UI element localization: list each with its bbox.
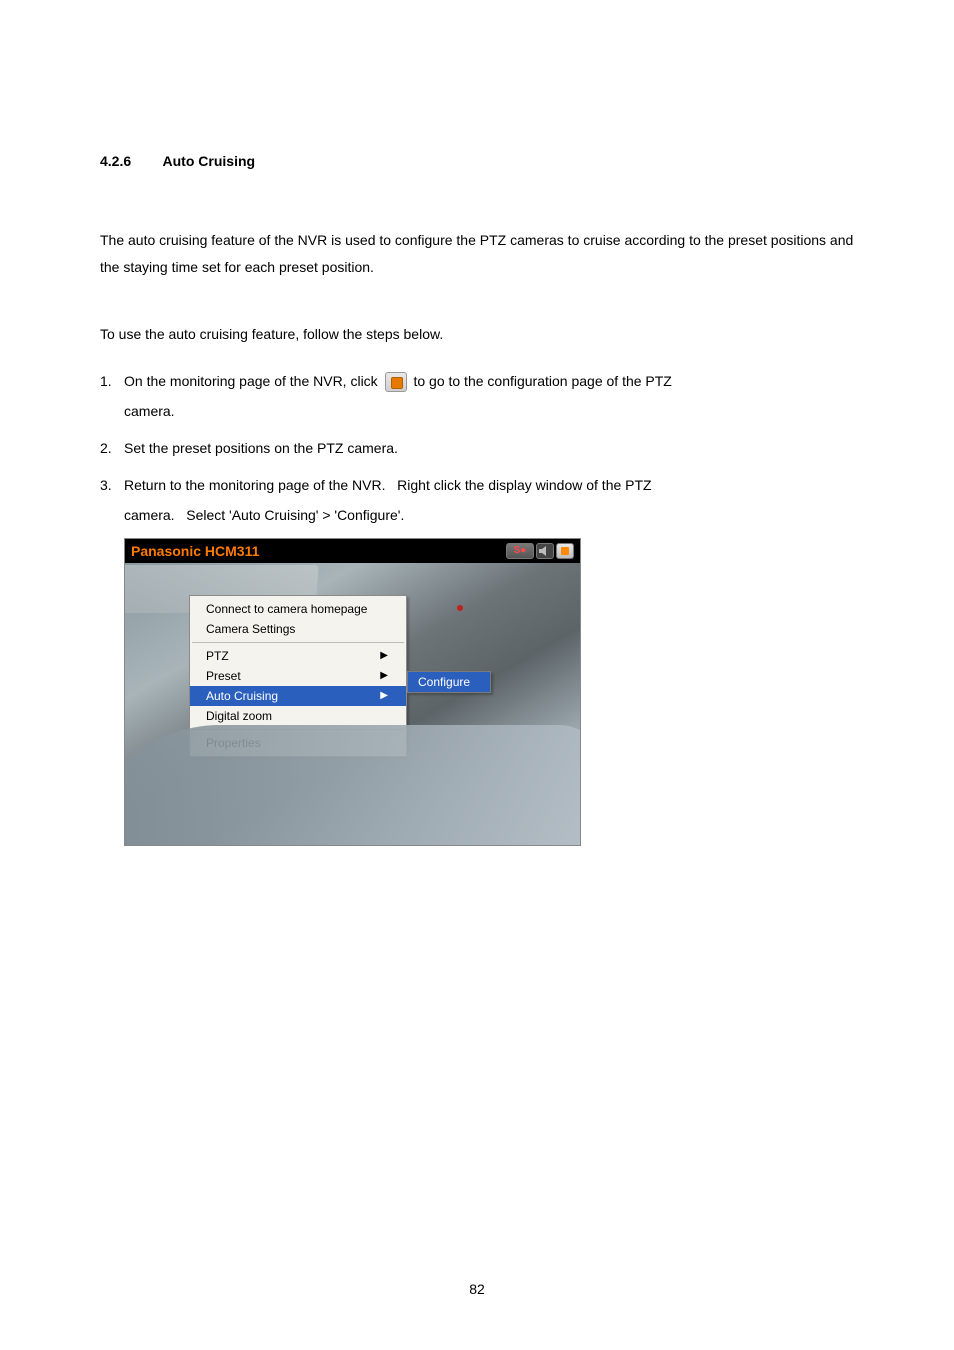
- section-title: Auto Cruising: [163, 153, 256, 169]
- section-number: 4.2.6: [100, 150, 131, 172]
- menu-separator: [192, 729, 404, 730]
- step-number: 2.: [100, 434, 124, 463]
- page-number: 82: [0, 1278, 954, 1300]
- context-menu: Connect to camera homepage Camera Settin…: [189, 595, 407, 757]
- step-number: 1.: [100, 367, 124, 396]
- submenu-arrow-icon: ▶: [380, 648, 388, 664]
- menu-item-camera-settings[interactable]: Camera Settings: [190, 619, 406, 639]
- intro-paragraph: The auto cruising feature of the NVR is …: [100, 227, 854, 280]
- step-1: 1.On the monitoring page of the NVR, cli…: [100, 367, 854, 426]
- configure-camera-icon: [385, 372, 407, 392]
- step-text: Set the preset positions on the PTZ came…: [124, 440, 398, 456]
- submenu: Configure: [407, 671, 491, 693]
- menu-item-digital-zoom[interactable]: Digital zoom: [190, 706, 406, 726]
- menu-label: PTZ: [206, 647, 229, 666]
- lead-paragraph: To use the auto cruising feature, follow…: [100, 321, 854, 348]
- window-titlebar: Panasonic HCM311 S●: [125, 539, 580, 563]
- steps-list: 1.On the monitoring page of the NVR, cli…: [100, 367, 854, 530]
- screenshot-figure: Panasonic HCM311 S● Connect to camera ho…: [124, 538, 581, 846]
- menu-label: Configure: [418, 673, 470, 692]
- submenu-arrow-icon: ▶: [380, 668, 388, 684]
- step-2: 2.Set the preset positions on the PTZ ca…: [100, 434, 854, 463]
- step-3: 3.Return to the monitoring page of the N…: [100, 471, 854, 530]
- step-text: to go to the configuration page of the P…: [413, 373, 671, 389]
- step-text: Right click the display window of the PT…: [397, 477, 651, 493]
- step-text: Return to the monitoring page of the NVR…: [124, 477, 385, 493]
- menu-item-preset[interactable]: Preset ▶: [190, 666, 406, 686]
- menu-label: Auto Cruising: [206, 687, 278, 706]
- menu-label: Camera Settings: [206, 620, 295, 639]
- step-number: 3.: [100, 471, 124, 500]
- menu-item-properties[interactable]: Properties: [190, 733, 406, 753]
- record-dot-icon: [457, 605, 463, 611]
- step-text: camera.: [100, 397, 854, 426]
- step-text: Select 'Auto Cruising' > 'Configure'.: [186, 507, 404, 523]
- submenu-arrow-icon: ▶: [380, 688, 388, 704]
- menu-item-connect-homepage[interactable]: Connect to camera homepage: [190, 599, 406, 619]
- menu-item-ptz[interactable]: PTZ ▶: [190, 646, 406, 666]
- camera-config-icon[interactable]: [556, 543, 574, 559]
- menu-item-auto-cruising[interactable]: Auto Cruising ▶: [190, 686, 406, 706]
- step-text: camera.: [124, 507, 175, 523]
- speaker-icon[interactable]: [536, 543, 554, 559]
- menu-label: Properties: [206, 734, 261, 753]
- window-title: Panasonic HCM311: [131, 540, 259, 562]
- section-heading: 4.2.6 Auto Cruising: [100, 150, 854, 172]
- camera-video-area[interactable]: Connect to camera homepage Camera Settin…: [125, 563, 580, 845]
- submenu-item-configure[interactable]: Configure: [408, 672, 490, 692]
- step-text: On the monitoring page of the NVR, click: [124, 373, 378, 389]
- menu-label: Digital zoom: [206, 707, 272, 726]
- titlebar-buttons: S●: [506, 543, 574, 559]
- menu-label: Preset: [206, 667, 241, 686]
- record-indicator-icon[interactable]: S●: [506, 543, 534, 559]
- menu-label: Connect to camera homepage: [206, 600, 367, 619]
